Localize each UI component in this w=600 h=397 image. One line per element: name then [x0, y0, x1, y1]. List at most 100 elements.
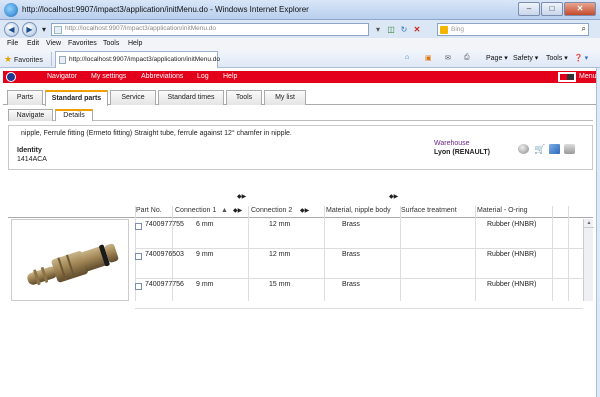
table-row[interactable]: 7400977755 6 mm 12 mm Brass Rubber (HNBR… [135, 219, 583, 249]
cart-icon[interactable]: 🛒 [534, 144, 545, 154]
connection-1-cell: 6 mm [196, 221, 214, 228]
tab-my-list[interactable]: My list [264, 90, 306, 105]
nav-log[interactable]: Log [197, 73, 209, 80]
main-tabs: Parts Standard parts Service Standard ti… [3, 83, 597, 106]
bing-icon [440, 26, 448, 34]
nav-help[interactable]: Help [223, 73, 237, 80]
help-menu[interactable]: ❓ ▾ [574, 54, 588, 62]
history-dropdown-icon[interactable]: ▾ [38, 23, 50, 36]
nav-abbreviations[interactable]: Abbreviations [141, 73, 183, 80]
menu-button[interactable]: Menu [579, 73, 597, 80]
menu-favorites[interactable]: Favorites [68, 40, 97, 47]
menu-help[interactable]: Help [128, 40, 142, 47]
material-oring-cell: Rubber (HNBR) [487, 281, 537, 288]
material-oring-cell: Rubber (HNBR) [487, 251, 537, 258]
home-icon[interactable]: ⌂ [405, 54, 409, 61]
url-field[interactable]: http://localhost:9907/impact3/applicatio… [51, 23, 369, 36]
part-no-cell: 7400976503 [145, 251, 184, 258]
row-checkbox[interactable] [135, 283, 142, 290]
table-scrollbar[interactable]: ▲ [583, 219, 594, 301]
table-header: Part No. Connection 1 ▲ ◆▶ Connection 2 … [8, 206, 593, 218]
favorites-button[interactable]: ★ Favorites [4, 54, 43, 65]
part-description: nipple, Ferrule fitting (Ermeto fitting)… [21, 130, 292, 137]
identity-value: 1414ACA [17, 156, 47, 163]
tab-tools[interactable]: Tools [226, 90, 262, 105]
feeds-icon[interactable]: ▣ [425, 54, 432, 62]
tab-standard-parts[interactable]: Standard parts [45, 90, 108, 106]
menu-edit[interactable]: Edit [27, 40, 39, 47]
page-icon [59, 56, 66, 64]
maximize-button[interactable]: □ [541, 2, 563, 16]
search-icon[interactable]: ⌕ [582, 24, 586, 34]
close-button[interactable]: ✕ [564, 2, 596, 16]
material-body-cell: Brass [342, 281, 360, 288]
connection-2-cell: 12 mm [269, 221, 291, 228]
print-icon[interactable] [564, 144, 575, 154]
tab-details[interactable]: Details [55, 109, 93, 121]
back-button[interactable]: ◀ [4, 22, 19, 37]
table-row[interactable]: 7400977756 9 mm 15 mm Brass Rubber (HNBR… [135, 279, 583, 309]
ie-logo-icon [4, 3, 18, 17]
nav-navigator[interactable]: Navigator [47, 73, 77, 80]
sub-tabs: Navigate Details [8, 109, 593, 121]
sort-icon[interactable]: ◆▶ [237, 193, 246, 200]
compat-icon[interactable]: ◫ [385, 23, 397, 36]
warehouse-value: Lyon (RENAULT) [434, 149, 490, 156]
tools-menu[interactable]: Tools ▾ [546, 54, 568, 62]
star-icon: ★ [4, 54, 13, 64]
print-icon[interactable]: ⎙ [464, 54, 470, 62]
col-material-body[interactable]: Material, nipple body [326, 207, 391, 214]
sort-asc-icon[interactable]: ▲ [221, 207, 228, 214]
address-bar: ◀ ▶ ▾ http://localhost:9907/impact3/appl… [0, 20, 600, 38]
table-row[interactable]: 7400976503 9 mm 12 mm Brass Rubber (HNBR… [135, 249, 583, 279]
app-nav-bar: Navigator My settings Abbreviations Log … [3, 71, 597, 83]
app-logo-icon [6, 72, 16, 82]
mail-icon[interactable]: ✉ [445, 54, 451, 62]
search-field[interactable]: Bing ⌕ [437, 23, 589, 36]
material-body-cell: Brass [342, 221, 360, 228]
product-image [11, 219, 129, 301]
col-surface-treatment[interactable]: Surface treatment [401, 207, 457, 214]
refresh-icon[interactable]: ↻ [398, 23, 410, 36]
safety-menu[interactable]: Safety ▾ [513, 54, 538, 62]
part-header-panel: nipple, Ferrule fitting (Ermeto fitting)… [8, 125, 593, 170]
nav-my-settings[interactable]: My settings [91, 73, 126, 80]
menu-file[interactable]: File [7, 40, 18, 47]
scroll-up-icon[interactable]: ▲ [584, 219, 594, 228]
col-material-oring[interactable]: Material - O-ring [477, 207, 528, 214]
favorites-bar: ★ Favorites http://localhost:9907/impact… [0, 50, 600, 68]
menu-tools[interactable]: Tools [103, 40, 119, 47]
tab-standard-times[interactable]: Standard times [158, 90, 224, 105]
identity-label: Identity [17, 147, 42, 154]
url-dropdown-icon[interactable]: ▾ [372, 23, 384, 36]
page-menu[interactable]: Page ▾ [486, 54, 508, 62]
material-body-cell: Brass [342, 251, 360, 258]
browser-tab[interactable]: http://localhost:9907/impact3/applicatio… [55, 51, 220, 68]
copy-icon[interactable] [549, 144, 560, 154]
brand-logo-icon [558, 72, 576, 82]
tab-parts[interactable]: Parts [7, 90, 43, 105]
stop-icon[interactable]: ✕ [411, 23, 423, 36]
col-connection-1[interactable]: Connection 1 [175, 207, 216, 214]
col-part-no[interactable]: Part No. [136, 207, 162, 214]
col-connection-2[interactable]: Connection 2 [251, 207, 292, 214]
parts-table: ◆▶ ◆▶ Part No. Connection 1 ▲ ◆▶ Connect… [8, 193, 594, 313]
part-no-cell: 7400977755 [145, 221, 184, 228]
connection-1-cell: 9 mm [196, 251, 214, 258]
connection-1-cell: 9 mm [196, 281, 214, 288]
menu-view[interactable]: View [46, 40, 61, 47]
sort-icon[interactable]: ◆▶ [389, 193, 398, 200]
sort-icon[interactable]: ◆▶ [300, 207, 309, 214]
tab-service[interactable]: Service [110, 90, 156, 105]
row-checkbox[interactable] [135, 253, 142, 260]
info-icon[interactable] [518, 144, 529, 154]
minimize-button[interactable]: – [518, 2, 540, 16]
forward-button[interactable]: ▶ [22, 22, 37, 37]
connection-2-cell: 15 mm [269, 281, 291, 288]
connection-2-cell: 12 mm [269, 251, 291, 258]
sort-icon[interactable]: ◆▶ [233, 207, 242, 214]
row-checkbox[interactable] [135, 223, 142, 230]
part-no-cell: 7400977756 [145, 281, 184, 288]
tab-navigate[interactable]: Navigate [8, 109, 53, 121]
material-oring-cell: Rubber (HNBR) [487, 221, 537, 228]
